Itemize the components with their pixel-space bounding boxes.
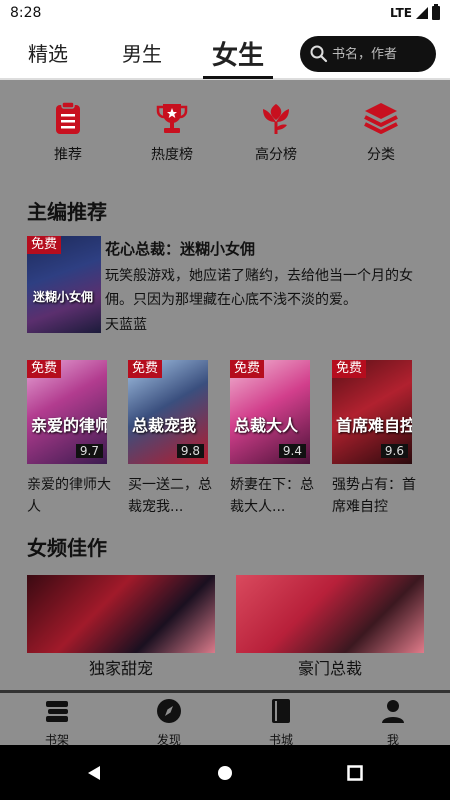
- category-label: 热度榜: [151, 147, 193, 163]
- bookshelf-icon: [46, 701, 68, 722]
- book-cover: 总裁宠我 免费 9.8: [128, 360, 208, 464]
- book-icon: [272, 699, 290, 723]
- nav-bookstore[interactable]: 书城: [256, 697, 306, 748]
- score-badge: 9.4: [278, 444, 306, 458]
- back-icon[interactable]: [86, 765, 102, 781]
- clipboard-icon: [56, 101, 80, 134]
- book-title: 亲爱的律师大人: [27, 477, 111, 515]
- bottom-nav: 书架 发现 书城 我: [0, 690, 450, 748]
- book-title: 强势占有：首席难自控: [332, 477, 416, 515]
- score-badge: 9.7: [75, 444, 103, 458]
- cover-text: 总裁宠我: [132, 416, 197, 435]
- category-label: 分类: [367, 147, 395, 163]
- banner-exclusive-sweet[interactable]: [27, 575, 215, 653]
- active-tab-indicator: [203, 76, 273, 79]
- person-icon: [382, 700, 404, 723]
- home-icon[interactable]: [217, 765, 233, 781]
- category-recommend[interactable]: 推荐: [33, 100, 103, 164]
- book-card[interactable]: 亲爱的律师 免费 9.7 亲爱的律师大人: [27, 360, 111, 518]
- free-badge: 免费: [27, 360, 62, 378]
- signal-icon: [416, 7, 428, 19]
- book-cover: 亲爱的律师 免费 9.7: [27, 360, 107, 464]
- book-card[interactable]: 总裁宠我 免费 9.8 买一送二，总裁宠我...: [128, 360, 212, 518]
- banner-label: 豪门总裁: [297, 659, 362, 678]
- book-description: 玩笑般游戏，她应诺了赌约，去给他当一个月的女佣。只因为那埋藏在心底不浅不淡的爱。: [105, 268, 413, 308]
- cover-text: 总裁大人: [234, 416, 299, 435]
- tab-male[interactable]: 男生: [122, 38, 162, 67]
- book-card[interactable]: 总裁大人 免费 9.4 娇妻在下：总裁大人...: [230, 360, 314, 518]
- nav-discover[interactable]: 发现: [144, 697, 194, 748]
- tab-female[interactable]: 女生: [212, 35, 264, 72]
- banner-wealthy-ceo[interactable]: [236, 575, 424, 653]
- status-time: 8:28: [10, 5, 42, 21]
- search-box[interactable]: [300, 36, 436, 72]
- book-title: 花心总裁：迷糊小女佣: [105, 240, 256, 258]
- category-label: 推荐: [54, 147, 82, 163]
- system-nav-bar: [0, 745, 450, 800]
- nav-bookshelf[interactable]: 书架: [32, 697, 82, 748]
- cover-text: 首席难自控: [336, 416, 412, 435]
- book-title: 买一送二，总裁宠我...: [128, 477, 212, 515]
- section-title-female: 女频佳作: [27, 536, 107, 560]
- nav-me[interactable]: 我: [368, 697, 418, 748]
- featured-book[interactable]: 迷糊小女佣 免费 花心总裁：迷糊小女佣 玩笑般游戏，她应诺了赌约，去给他当一个月…: [27, 236, 427, 336]
- flower-icon: [263, 104, 289, 134]
- score-badge: 9.6: [380, 444, 408, 458]
- score-badge: 9.8: [176, 444, 204, 458]
- category-top-rated[interactable]: 高分榜: [241, 100, 311, 164]
- free-badge: 免费: [128, 360, 163, 378]
- trophy-icon: [156, 104, 188, 133]
- network-type: LTE: [389, 6, 412, 20]
- battery-icon: [432, 4, 440, 20]
- banner-label: 独家甜宠: [88, 659, 153, 678]
- free-badge: 免费: [230, 360, 265, 378]
- cover-text: 亲爱的律师: [31, 416, 107, 435]
- category-popular[interactable]: 热度榜: [137, 100, 207, 164]
- category-classify[interactable]: 分类: [346, 100, 416, 164]
- tab-featured[interactable]: 精选: [28, 38, 68, 67]
- book-card[interactable]: 首席难自控 免费 9.6 强势占有：首席难自控: [332, 360, 416, 518]
- layers-icon: [364, 103, 398, 134]
- book-cover: 总裁大人 免费 9.4: [230, 360, 310, 464]
- free-badge: 免费: [332, 360, 367, 378]
- cover-text: 迷糊小女佣: [33, 290, 94, 304]
- status-icons: LTE: [389, 4, 440, 20]
- search-input[interactable]: [332, 46, 432, 62]
- book-title: 娇妻在下：总裁大人...: [230, 477, 314, 515]
- search-icon: [310, 45, 328, 63]
- status-bar: 8:28 LTE: [0, 0, 450, 26]
- section-title-editor: 主编推荐: [27, 200, 107, 224]
- compass-icon: [157, 699, 181, 723]
- book-author: 天蓝蓝: [105, 317, 147, 333]
- top-tab-bar: 精选 男生 女生: [0, 26, 450, 80]
- free-badge: 免费: [27, 236, 62, 254]
- book-cover: 迷糊小女佣 免费: [27, 236, 101, 333]
- book-cover: 首席难自控 免费 9.6: [332, 360, 412, 464]
- recents-icon[interactable]: [347, 765, 363, 781]
- category-label: 高分榜: [255, 147, 297, 163]
